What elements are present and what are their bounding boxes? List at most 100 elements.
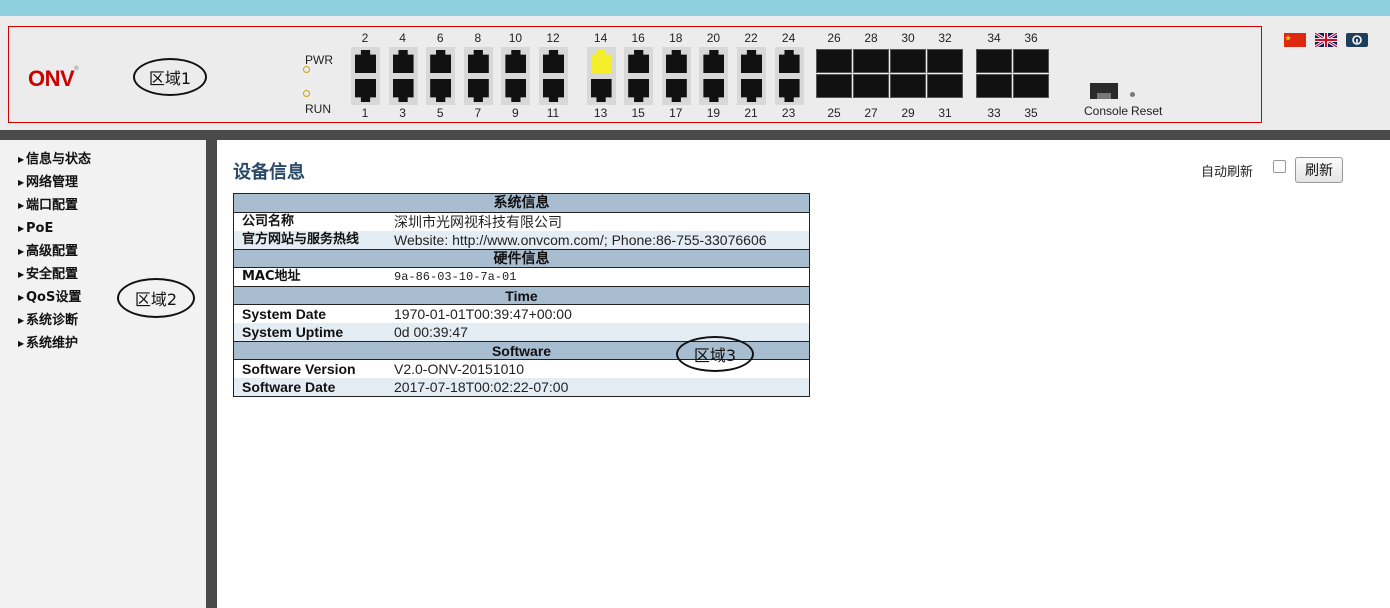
ethernet-port-7[interactable] bbox=[463, 76, 493, 105]
ethernet-port-24[interactable] bbox=[774, 47, 804, 76]
port-socket bbox=[467, 79, 489, 102]
ethernet-port-6[interactable] bbox=[426, 47, 456, 76]
sfp-port-30[interactable] bbox=[890, 49, 926, 73]
nav-item-poe[interactable]: ▶ PoE bbox=[18, 217, 91, 240]
sfp-port-35[interactable] bbox=[1013, 74, 1049, 98]
region-1-annotation: 区域1 bbox=[133, 58, 207, 96]
nav-item-network[interactable]: ▶ 网络管理 bbox=[18, 171, 91, 194]
sfp-port-34[interactable] bbox=[976, 49, 1012, 73]
port-number: 29 bbox=[901, 106, 915, 120]
row-value: 深圳市光网视科技有限公司 bbox=[394, 214, 562, 230]
ethernet-port-21[interactable] bbox=[737, 76, 766, 105]
ethernet-port-12[interactable] bbox=[539, 47, 568, 76]
port-number: 23 bbox=[781, 106, 796, 120]
nav-item-advanced[interactable]: ▶ 高级配置 bbox=[18, 240, 91, 263]
console-port[interactable] bbox=[1090, 83, 1118, 99]
port-socket bbox=[590, 50, 612, 73]
triangle-right-icon: ▶ bbox=[18, 339, 25, 348]
triangle-right-icon: ▶ bbox=[18, 224, 25, 233]
reset-label: Reset bbox=[1131, 104, 1163, 118]
run-led bbox=[303, 90, 310, 97]
nav-item-diagnostics[interactable]: ▶ 系统诊断 bbox=[18, 309, 91, 332]
sfp-port-32[interactable] bbox=[927, 49, 963, 73]
refresh-button[interactable]: 刷新 bbox=[1295, 157, 1343, 183]
uk-flag-icon[interactable] bbox=[1315, 33, 1337, 47]
region-3-annotation: 区域3 bbox=[676, 336, 754, 372]
ethernet-port-8[interactable] bbox=[463, 47, 493, 76]
ethernet-port-22[interactable] bbox=[737, 47, 766, 76]
ethernet-port-4[interactable] bbox=[388, 47, 418, 76]
ethernet-port-18[interactable] bbox=[661, 47, 691, 76]
ethernet-port-14[interactable] bbox=[586, 47, 616, 76]
sfp-port-31[interactable] bbox=[927, 74, 963, 98]
port-socket bbox=[392, 79, 414, 102]
nav-label: QoS设置 bbox=[26, 290, 82, 305]
auto-refresh-checkbox[interactable] bbox=[1273, 160, 1286, 173]
row-value: Website: http://www.onvcom.com/; Phone:8… bbox=[394, 232, 767, 248]
help-icon[interactable] bbox=[1346, 33, 1368, 47]
ethernet-port-19[interactable] bbox=[699, 76, 729, 105]
ethernet-port-9[interactable] bbox=[501, 76, 531, 105]
port-socket bbox=[703, 50, 725, 73]
ethernet-port-1[interactable] bbox=[351, 76, 380, 105]
sfp-port-27[interactable] bbox=[853, 74, 889, 98]
table-row: 官方网站与服务热线 Website: http://www.onvcom.com/… bbox=[234, 231, 809, 249]
nav-label: 系统诊断 bbox=[26, 313, 79, 328]
ethernet-port-13[interactable] bbox=[586, 76, 616, 105]
port-socket bbox=[741, 79, 762, 102]
ethernet-port-11[interactable] bbox=[539, 76, 568, 105]
ethernet-port-20[interactable] bbox=[699, 47, 729, 76]
ethernet-port-16[interactable] bbox=[624, 47, 654, 76]
section-header-system: 系统信息 bbox=[234, 194, 809, 213]
port-number: 21 bbox=[744, 106, 758, 120]
port-socket bbox=[665, 50, 687, 73]
port-socket bbox=[590, 79, 612, 102]
ethernet-port-5[interactable] bbox=[426, 76, 456, 105]
port-number: 1 bbox=[361, 106, 369, 120]
nav-item-maintenance[interactable]: ▶ 系统维护 bbox=[18, 332, 91, 355]
table-row: MAC地址 9a-86-03-10-7a-01 bbox=[234, 268, 809, 286]
sfp-port-26[interactable] bbox=[816, 49, 852, 73]
nav-item-info-status[interactable]: ▶ 信息与状态 bbox=[18, 148, 91, 171]
port-number: 8 bbox=[474, 31, 482, 45]
nav-label: 安全配置 bbox=[26, 267, 79, 282]
ethernet-port-10[interactable] bbox=[501, 47, 531, 76]
port-number: 33 bbox=[987, 106, 1001, 120]
ethernet-port-3[interactable] bbox=[388, 76, 418, 105]
triangle-right-icon: ▶ bbox=[18, 155, 25, 164]
nav-item-ports[interactable]: ▶ 端口配置 bbox=[18, 194, 91, 217]
row-value: 0d 00:39:47 bbox=[394, 324, 468, 340]
port-socket bbox=[741, 50, 762, 73]
sfp-port-29[interactable] bbox=[890, 74, 926, 98]
sfp-port-36[interactable] bbox=[1013, 49, 1049, 73]
sidebar-divider bbox=[206, 140, 217, 608]
port-number: 28 bbox=[864, 31, 878, 45]
ethernet-port-23[interactable] bbox=[774, 76, 804, 105]
port-socket bbox=[628, 50, 650, 73]
sfp-port-25[interactable] bbox=[816, 74, 852, 98]
port-socket bbox=[778, 50, 800, 73]
sfp-port-33[interactable] bbox=[976, 74, 1012, 98]
triangle-right-icon: ▶ bbox=[18, 293, 25, 302]
port-number: 2 bbox=[361, 31, 369, 45]
cn-flag-icon[interactable] bbox=[1284, 33, 1306, 47]
sfp-port-28[interactable] bbox=[853, 49, 889, 73]
row-key: System Uptime bbox=[242, 324, 344, 340]
ethernet-port-17[interactable] bbox=[661, 76, 691, 105]
port-socket bbox=[392, 50, 414, 73]
port-number: 6 bbox=[436, 31, 444, 45]
row-key: MAC地址 bbox=[242, 269, 301, 284]
triangle-right-icon: ▶ bbox=[18, 270, 25, 279]
port-number: 27 bbox=[864, 106, 878, 120]
nav-item-security[interactable]: ▶ 安全配置 bbox=[18, 263, 91, 286]
ethernet-port-15[interactable] bbox=[624, 76, 654, 105]
ethernet-port-2[interactable] bbox=[351, 47, 380, 76]
port-number: 12 bbox=[546, 31, 560, 45]
sidebar: ▶ 信息与状态 ▶ 网络管理 ▶ 端口配置 ▶ PoE ▶ 高级配置 ▶ 安全配置 ▶ QoS… bbox=[0, 140, 206, 608]
nav-item-qos[interactable]: ▶ QoS设置 bbox=[18, 286, 91, 309]
console-label: Console bbox=[1084, 104, 1129, 118]
reset-button[interactable] bbox=[1130, 92, 1135, 97]
port-number: 36 bbox=[1024, 31, 1038, 45]
row-key: Software Date bbox=[242, 379, 336, 395]
top-accent-strip bbox=[0, 0, 1390, 16]
